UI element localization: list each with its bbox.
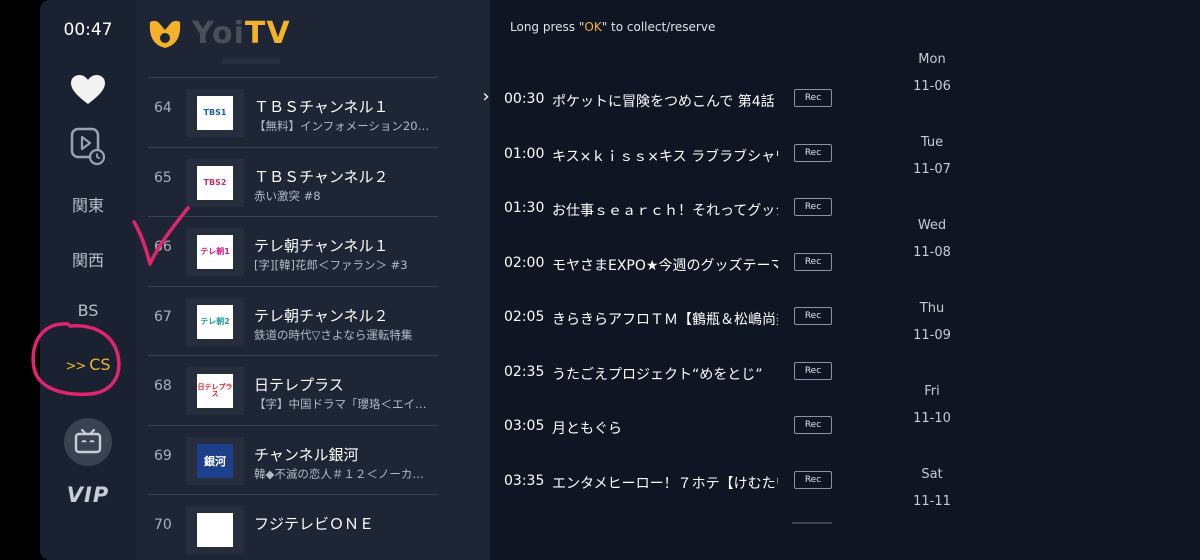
- sidebar-item-cs[interactable]: >> CS: [40, 355, 136, 374]
- program-time: 03:35: [504, 473, 545, 489]
- reserve-hint: Long press "OK" to collect/reserve: [510, 20, 716, 34]
- rec-button[interactable]: Rec: [794, 198, 832, 216]
- channel-name: 日テレプラス: [254, 376, 344, 394]
- program-title: エンタメヒーロー！７ホテ【けむたい: [552, 476, 778, 492]
- current-program: 赤い激突 #8: [254, 189, 321, 203]
- program-row[interactable]: 01:00 キス×ｋｉｓｓ×キス ラブラブシャワー Rec: [504, 140, 834, 170]
- current-program: 韓◆不滅の恋人＃１２＜ノーカット＞: [254, 467, 430, 481]
- program-row[interactable]: 00:30 ポケットに冒険をつめこんで 第4話 Rec: [504, 85, 834, 115]
- yoitv-logo-icon: [149, 20, 181, 48]
- channel-logo: テレ朝1: [186, 228, 244, 276]
- program-title: モヤさまEXPO★今週のグッズテーマ: [552, 258, 778, 274]
- channel-number: 64: [154, 100, 172, 116]
- channel-logo: 銀河: [186, 437, 244, 485]
- channel-number: 69: [154, 448, 172, 464]
- channel-name: テレ朝チャンネル２: [254, 307, 389, 325]
- channel-name: チャンネル銀河: [254, 446, 359, 464]
- vip-label[interactable]: VIP: [62, 483, 114, 507]
- clock: 00:47: [63, 20, 113, 40]
- channel-logo: テレ朝2: [186, 298, 244, 346]
- rec-button[interactable]: Rec: [794, 362, 832, 380]
- program-guide: Long press "OK" to collect/reserve 00:30…: [490, 0, 1200, 560]
- channel-logo: [186, 506, 244, 554]
- current-program: 【無料】インフォメーション2023: [254, 119, 430, 133]
- channel-name: ＴＢＳチャンネル１: [254, 98, 389, 116]
- channel-row[interactable]: 66 テレ朝1 テレ朝チャンネル１ [字][韓]花郎＜ファラン＞ #3: [148, 216, 438, 284]
- program-row[interactable]: 02:35 うたごえプロジェクト“めをとじ” Rec: [504, 358, 834, 388]
- program-title: きらきらアフロＴＭ【鶴瓶＆松嶋尚美: [552, 312, 778, 328]
- current-program: [字][韓]花郎＜ファラン＞ #3: [254, 258, 408, 272]
- channel-logo: TBS2: [186, 159, 244, 207]
- day-tab-wed[interactable]: Wed 11-08: [890, 218, 974, 260]
- sidebar-item-bs[interactable]: BS: [40, 301, 136, 320]
- divider: [792, 522, 832, 524]
- channel-logo-partial: [222, 58, 280, 64]
- program-title: キス×ｋｉｓｓ×キス ラブラブシャワー: [552, 149, 778, 165]
- channel-name: ＴＢＳチャンネル２: [254, 168, 389, 186]
- rec-button[interactable]: Rec: [794, 307, 832, 325]
- day-tab-fri[interactable]: Fri 11-10: [890, 384, 974, 426]
- playback-history-icon[interactable]: [66, 124, 110, 168]
- channel-number: 65: [154, 170, 172, 186]
- sidebar: 00:47 関東 関西 BS >> CS VIP: [40, 0, 136, 560]
- channel-list: YoiTV 64 TBS1 ＴＢＳチャンネル１ 【無料】インフォメーション202…: [136, 0, 490, 560]
- program-title: 月ともぐら: [552, 421, 622, 437]
- program-row[interactable]: 02:00 モヤさまEXPO★今週のグッズテーマ Rec: [504, 249, 834, 279]
- app-screen: 00:47 関東 関西 BS >> CS VIP YoiTV 64 TBS1 Ｔ…: [40, 0, 1200, 560]
- sidebar-item-kanto[interactable]: 関東: [40, 192, 136, 216]
- selected-indicator: >>: [65, 359, 86, 374]
- program-row[interactable]: 01:30 お仕事ｓｅａｒｃｈ！それってグッジョブ Rec: [504, 194, 834, 224]
- channel-name: フジテレビＯＮＥ: [254, 515, 375, 533]
- program-row[interactable]: 02:05 きらきらアフロＴＭ【鶴瓶＆松嶋尚美 Rec: [504, 303, 834, 333]
- day-tab-mon[interactable]: Mon 11-06: [890, 52, 974, 94]
- program-time: 01:30: [504, 200, 545, 216]
- channel-row[interactable]: 70 フジテレビＯＮＥ: [148, 494, 438, 560]
- tv-mascot-icon[interactable]: [62, 416, 114, 468]
- current-program: 【字】中国ドラマ「瓔珞＜エイラク＞」: [254, 397, 430, 411]
- channel-name: テレ朝チャンネル１: [254, 237, 389, 255]
- program-time: 02:35: [504, 364, 545, 380]
- channel-number: 66: [154, 239, 172, 255]
- day-tab-thu[interactable]: Thu 11-09: [890, 301, 974, 343]
- rec-button[interactable]: Rec: [794, 471, 832, 489]
- program-time: 01:00: [504, 146, 545, 162]
- program-row[interactable]: 03:05 月ともぐら Rec: [504, 412, 834, 442]
- channel-row[interactable]: 64 TBS1 ＴＢＳチャンネル１ 【無料】インフォメーション2023: [148, 77, 438, 145]
- sidebar-item-kansai[interactable]: 関西: [40, 247, 136, 271]
- day-tab-sat[interactable]: Sat 11-11: [890, 467, 974, 509]
- app-logo: YoiTV: [146, 12, 291, 54]
- program-title: うたごえプロジェクト“めをとじ”: [552, 367, 763, 383]
- program-title: お仕事ｓｅａｒｃｈ！それってグッジョブ: [552, 203, 778, 219]
- day-tab-tue[interactable]: Tue 11-07: [890, 135, 974, 177]
- program-row[interactable]: 03:35 エンタメヒーロー！７ホテ【けむたい Rec: [504, 467, 834, 497]
- favorites-heart-icon[interactable]: [66, 68, 110, 112]
- current-program: 鉄道の時代▽さよなら運転特集: [254, 328, 413, 342]
- program-title: ポケットに冒険をつめこんで 第4話: [552, 94, 775, 110]
- program-time: 00:30: [504, 91, 545, 107]
- rec-button[interactable]: Rec: [794, 253, 832, 271]
- channel-row[interactable]: 68 日テレプラス 日テレプラス 【字】中国ドラマ「瓔珞＜エイラク＞」: [148, 355, 438, 423]
- program-time: 02:00: [504, 255, 545, 271]
- channel-logo: 日テレプラス: [186, 367, 244, 415]
- channel-number: 67: [154, 309, 172, 325]
- channel-row[interactable]: 65 TBS2 ＴＢＳチャンネル２ 赤い激突 #8: [148, 147, 438, 215]
- channel-number: 70: [154, 517, 172, 533]
- program-time: 03:05: [504, 418, 545, 434]
- rec-button[interactable]: Rec: [794, 89, 832, 107]
- rec-button[interactable]: Rec: [794, 144, 832, 162]
- channel-logo: TBS1: [186, 89, 244, 137]
- rec-button[interactable]: Rec: [794, 416, 832, 434]
- program-time: 02:05: [504, 309, 545, 325]
- channel-number: 68: [154, 378, 172, 394]
- channel-row[interactable]: 69 銀河 チャンネル銀河 韓◆不滅の恋人＃１２＜ノーカット＞: [148, 425, 438, 493]
- channel-row[interactable]: 67 テレ朝2 テレ朝チャンネル２ 鉄道の時代▽さよなら運転特集: [148, 286, 438, 354]
